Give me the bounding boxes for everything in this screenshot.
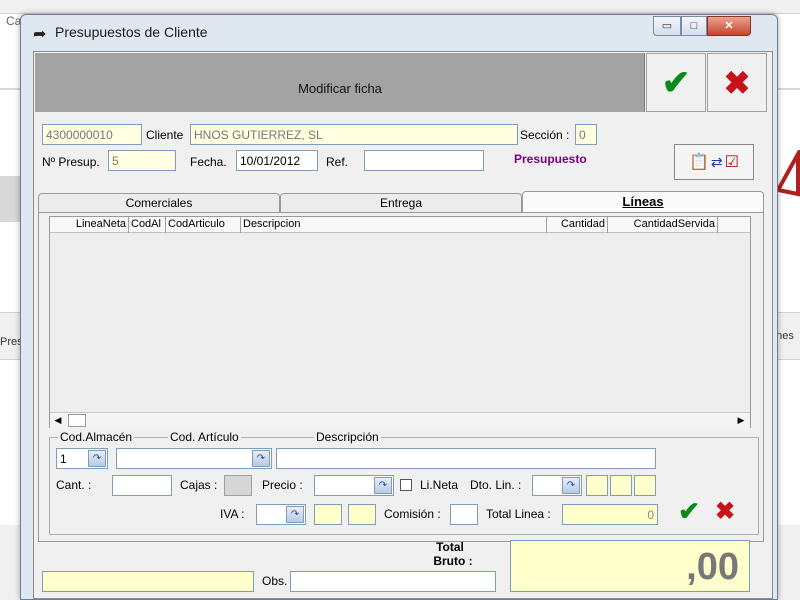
- redo-arrow-icon: ➦: [33, 26, 47, 43]
- date-label: Fecha.: [190, 155, 227, 169]
- tab-comerciales[interactable]: Comerciales: [38, 193, 280, 213]
- grid-header: LineaNeta CodAl CodArticulo Descripcion …: [50, 217, 750, 233]
- discount-field-4[interactable]: [634, 475, 656, 496]
- commission-label: Comisión :: [384, 507, 441, 521]
- surcharge-percent-field[interactable]: [348, 504, 376, 525]
- background-triangle-icon: [776, 150, 800, 197]
- net-line-label: Li.Neta: [420, 478, 459, 492]
- price-label: Precio :: [262, 478, 303, 492]
- total-line-label: Total Linea :: [486, 507, 551, 521]
- column-header[interactable]: LineaNeta: [50, 217, 129, 233]
- tab-entrega[interactable]: Entrega: [280, 193, 522, 213]
- line-discount-label: Dto. Lin. :: [470, 478, 522, 492]
- accept-button[interactable]: ✔: [646, 53, 706, 112]
- cross-icon: ✖: [714, 497, 736, 525]
- column-header[interactable]: CantidadServida: [608, 217, 718, 233]
- section-field[interactable]: [575, 124, 597, 145]
- total-line-field: [562, 504, 658, 525]
- vat-label: IVA :: [220, 507, 245, 521]
- footer-info-field: [42, 571, 254, 592]
- clipboard-icon: 📋: [689, 154, 709, 171]
- line-cancel-button[interactable]: ✖: [710, 496, 740, 526]
- discount-field-3[interactable]: [610, 475, 632, 496]
- checklist-icon: ☑: [724, 154, 739, 171]
- lines-tab-panel: LineaNeta CodAl CodArticulo Descripcion …: [38, 212, 764, 542]
- section-label: Sección :: [520, 128, 570, 142]
- close-button[interactable]: ✕: [707, 16, 751, 36]
- article-lookup-icon[interactable]: ↷: [252, 450, 270, 467]
- warehouse-lookup-icon[interactable]: ↷: [88, 450, 106, 467]
- ref-label: Ref.: [326, 155, 349, 169]
- total-label-2: Bruto :: [433, 554, 473, 568]
- line-editor-group: Cod.Almacén Cod. Artículo Descripción ↷ …: [49, 430, 759, 535]
- cancel-button[interactable]: ✖: [707, 53, 767, 112]
- column-header[interactable]: CodAl: [129, 217, 166, 233]
- client-label: Cliente: [146, 128, 184, 142]
- discount-field-2[interactable]: [586, 475, 608, 496]
- obs-label: Obs.: [262, 574, 288, 588]
- window-title: Presupuestos de Cliente: [55, 24, 208, 40]
- dialog-client-area: Modificar ficha ✔ ✖ Cliente Sección : Nº…: [33, 51, 773, 599]
- dialog-window: ➦ Presupuestos de Cliente ▭ □ ✕ Modifica…: [20, 14, 778, 600]
- background-app-bar: [0, 0, 800, 14]
- warehouse-label: Cod.Almacén: [58, 430, 135, 444]
- article-field[interactable]: [116, 448, 272, 469]
- boxes-label: Cajas :: [180, 478, 218, 492]
- vat-lookup-icon[interactable]: ↷: [286, 506, 304, 523]
- copy-document-button[interactable]: 📋 ⇄ ☑: [674, 144, 754, 180]
- cross-icon: ✖: [723, 64, 751, 101]
- mode-label: Modificar ficha: [298, 81, 382, 96]
- date-field[interactable]: [236, 150, 318, 171]
- boxes-field: [224, 475, 252, 496]
- vat-percent-field[interactable]: [314, 504, 342, 525]
- column-header[interactable]: Cantidad: [547, 217, 608, 233]
- budget-number-label: Nº Presup.: [42, 155, 100, 169]
- total-label-1: Total: [436, 540, 464, 554]
- scroll-thumb[interactable]: [68, 414, 86, 427]
- article-label: Cod. Artículo: [168, 430, 241, 444]
- minimize-button[interactable]: ▭: [653, 16, 681, 36]
- check-icon: ✔: [678, 495, 700, 526]
- description-label: Descripción: [314, 430, 381, 444]
- budget-number-field[interactable]: [108, 150, 176, 171]
- column-header[interactable]: Descripcion: [241, 217, 547, 233]
- price-lookup-icon[interactable]: ↷: [374, 477, 392, 494]
- lines-grid[interactable]: LineaNeta CodAl CodArticulo Descripcion …: [49, 216, 751, 428]
- description-field[interactable]: [276, 448, 656, 469]
- client-code-field[interactable]: [42, 124, 142, 145]
- maximize-button[interactable]: □: [681, 16, 707, 36]
- net-line-checkbox[interactable]: [400, 479, 412, 491]
- quantity-field[interactable]: [112, 475, 172, 496]
- column-header[interactable]: CodArticulo: [166, 217, 241, 233]
- ref-field[interactable]: [364, 150, 484, 171]
- quantity-label: Cant. :: [56, 478, 92, 492]
- check-icon: ✔: [661, 63, 691, 102]
- total-gross-value: ,00: [510, 540, 750, 592]
- client-name-field[interactable]: [190, 124, 518, 145]
- header-bar: Modificar ficha: [35, 53, 645, 112]
- scroll-left-arrow-icon[interactable]: ◀: [50, 413, 66, 428]
- scroll-right-arrow-icon[interactable]: ▶: [733, 413, 749, 428]
- commission-field[interactable]: [450, 504, 478, 525]
- discount-lookup-icon[interactable]: ↷: [562, 477, 580, 494]
- horizontal-scrollbar[interactable]: ◀ ▶: [50, 412, 750, 428]
- obs-field[interactable]: [290, 571, 496, 592]
- line-accept-button[interactable]: ✔: [674, 496, 704, 526]
- transfer-arrows-icon: ⇄: [710, 153, 723, 170]
- status-label: Presupuesto: [514, 152, 587, 166]
- tab-lineas[interactable]: Líneas: [522, 191, 764, 213]
